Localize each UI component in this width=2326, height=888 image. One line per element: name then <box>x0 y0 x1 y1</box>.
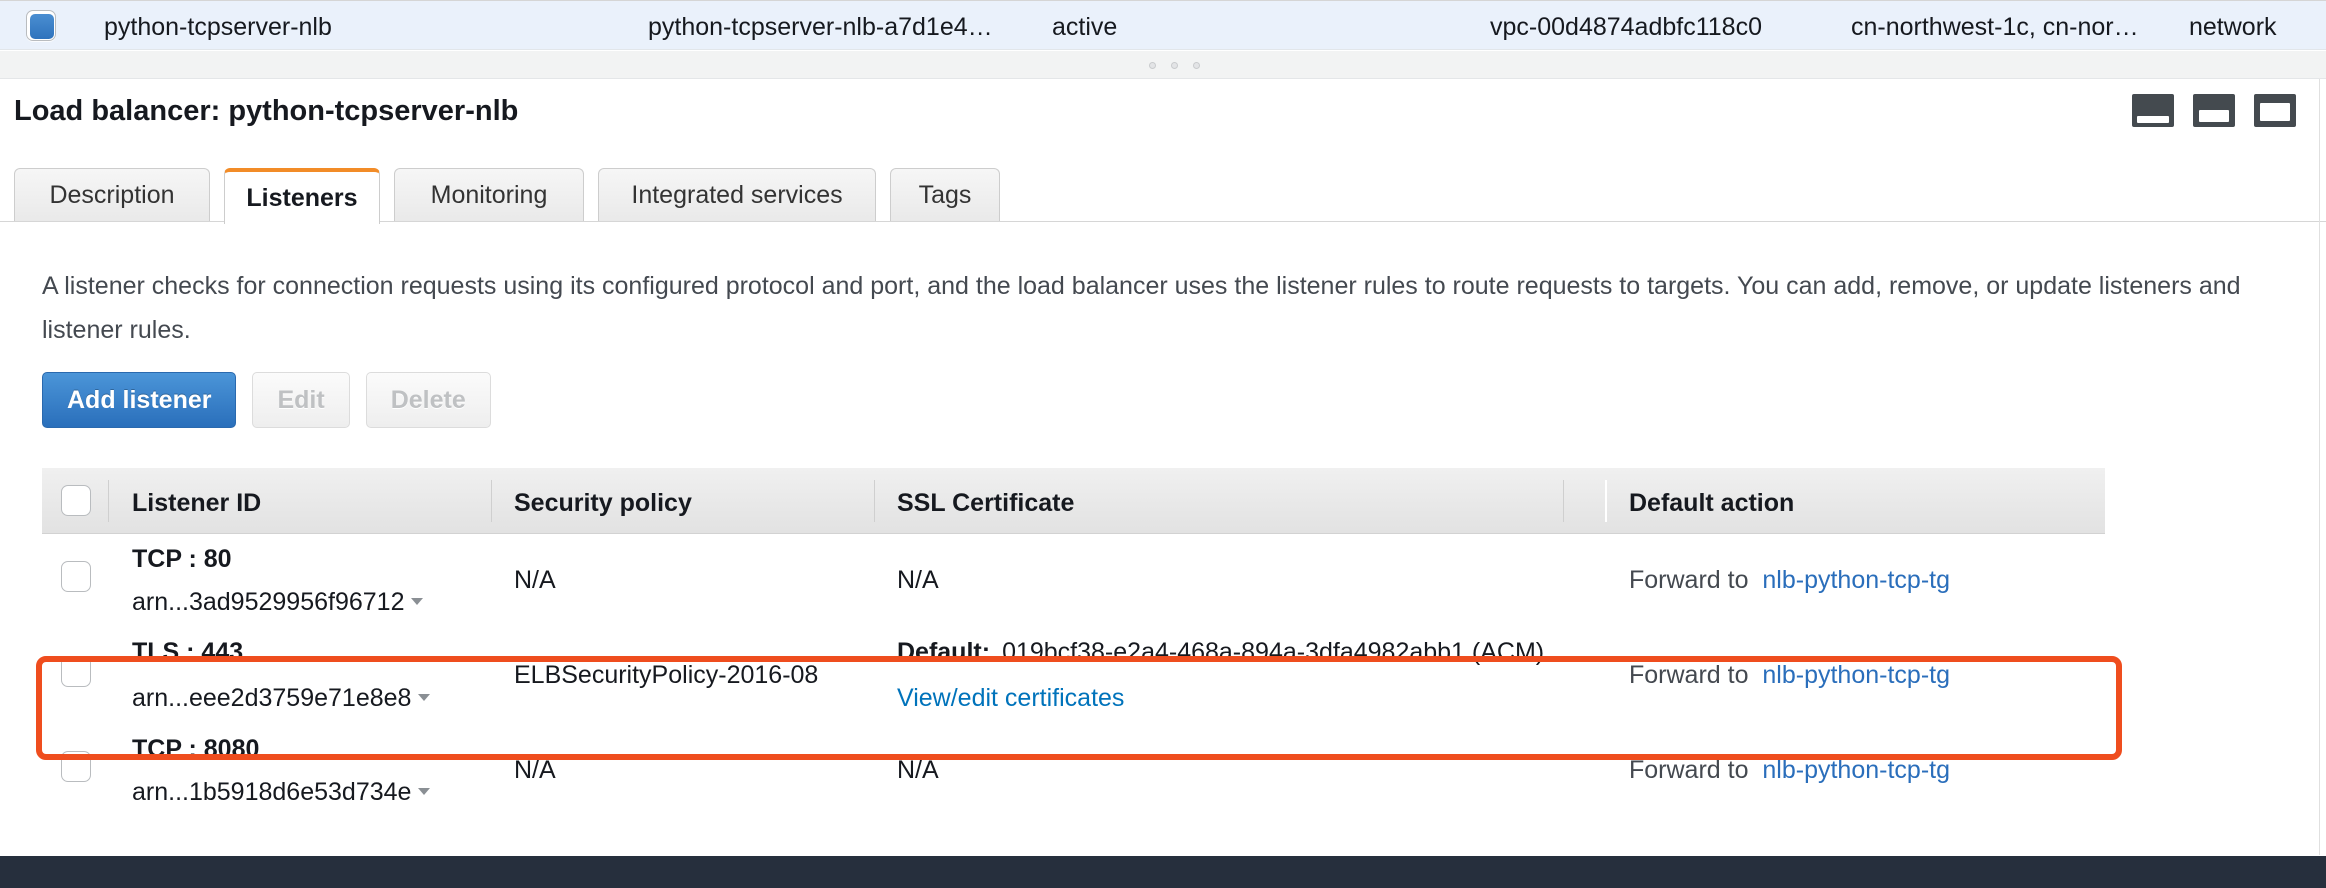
panel-size-small-icon[interactable] <box>2132 94 2174 127</box>
load-balancer-state: active <box>1052 13 1118 41</box>
listener-arn-text: arn...1b5918d6e53d734e <box>132 778 412 806</box>
default-action-cell: Forward to nlb-python-tcp-tg <box>1629 661 1950 690</box>
column-header-ssl-certificate[interactable]: SSL Certificate <box>897 489 1074 518</box>
listener-arn-text: arn...eee2d3759e71e8e8 <box>132 684 412 712</box>
table-header-row: Listener ID Security policy SSL Certific… <box>42 468 2105 534</box>
load-balancer-row-checkbox[interactable] <box>26 10 56 41</box>
listener-arn-dropdown[interactable]: arn...1b5918d6e53d734e <box>132 778 431 807</box>
default-action-prefix: Forward to <box>1629 756 1749 784</box>
target-group-link[interactable]: nlb-python-tcp-tg <box>1762 566 1950 594</box>
table-row[interactable]: TLS : 443 arn...eee2d3759e71e8e8 ELBSecu… <box>42 620 2105 724</box>
security-policy-value: N/A <box>514 756 556 784</box>
chevron-down-icon <box>418 693 431 701</box>
panel-size-medium-icon[interactable] <box>2193 94 2235 127</box>
load-balancer-availability-zones: cn-northwest-1c, cn-nor… <box>1851 13 2139 41</box>
ssl-certificate-default: Default: 019bcf38-e2a4-468a-894a-3dfa4982… <box>897 638 1544 667</box>
load-balancer-vpc: vpc-00d4874adbfc118c0 <box>1490 13 1762 41</box>
header-divider <box>874 480 875 522</box>
detail-panel-header: Load balancer: python-tcpserver-nlb <box>0 79 2326 151</box>
aws-ec2-load-balancer-page: python-tcpserver-nlb python-tcpserver-nl… <box>0 0 2326 888</box>
column-header-listener-id[interactable]: Listener ID <box>132 489 261 518</box>
row-checkbox[interactable] <box>61 656 91 687</box>
column-header-default-action[interactable]: Default action <box>1629 489 1794 518</box>
listener-protocol-port: TCP : 80 <box>132 545 232 573</box>
ssl-certificate-value: N/A <box>897 566 939 594</box>
target-group-link[interactable]: nlb-python-tcp-tg <box>1762 756 1950 784</box>
default-action-prefix: Forward to <box>1629 661 1749 689</box>
select-all-checkbox[interactable] <box>61 485 91 516</box>
security-policy-value: N/A <box>514 566 556 594</box>
panel-size-controls <box>2132 94 2296 127</box>
ssl-default-label: Default: <box>897 638 991 666</box>
listener-protocol-port: TLS : 443 <box>132 638 244 666</box>
header-divider <box>1563 480 1564 522</box>
table-row[interactable]: TCP : 8080 arn...1b5918d6e53d734e N/A N/… <box>42 724 2105 810</box>
header-divider <box>108 480 109 522</box>
tab-monitoring[interactable]: Monitoring <box>394 168 584 222</box>
row-checkbox[interactable] <box>61 751 91 782</box>
selected-load-balancer-row[interactable]: python-tcpserver-nlb python-tcpserver-nl… <box>0 0 2326 50</box>
ssl-default-value: 019bcf38-e2a4-468a-894a-3dfa4982abb1 (AC… <box>1002 638 1545 666</box>
table-row[interactable]: TCP : 80 arn...3ad9529956f96712 N/A N/A … <box>42 534 2105 620</box>
panel-size-large-icon[interactable] <box>2254 94 2296 127</box>
default-action-prefix: Forward to <box>1629 566 1749 594</box>
column-header-security-policy[interactable]: Security policy <box>514 489 692 518</box>
listeners-description: A listener checks for connection request… <box>42 272 2241 344</box>
detail-tabs: Description Listeners Monitoring Integra… <box>0 168 2326 224</box>
target-group-link[interactable]: nlb-python-tcp-tg <box>1762 661 1950 689</box>
active-tab-mask <box>225 220 379 223</box>
ssl-certificate-value: N/A <box>897 756 939 784</box>
page-title: Load balancer: python-tcpserver-nlb <box>14 95 519 127</box>
listener-actions-toolbar: Add listener Edit Delete <box>42 372 491 428</box>
tab-integrated-services[interactable]: Integrated services <box>598 168 876 222</box>
add-listener-button[interactable]: Add listener <box>42 372 237 428</box>
listener-arn-dropdown[interactable]: arn...eee2d3759e71e8e8 <box>132 684 431 713</box>
listener-protocol-port: TCP : 8080 <box>132 735 260 763</box>
view-edit-certificates-link[interactable]: View/edit certificates <box>897 684 1124 713</box>
chevron-down-icon <box>411 597 424 605</box>
delete-button[interactable]: Delete <box>365 372 491 428</box>
listener-arn-dropdown[interactable]: arn...3ad9529956f96712 <box>132 588 424 617</box>
security-policy-value: ELBSecurityPolicy-2016-08 <box>514 661 819 689</box>
panel-right-edge <box>2319 79 2320 855</box>
load-balancer-type: network <box>2189 13 2277 41</box>
splitter-grip-dot-icon <box>1149 62 1156 69</box>
edit-button[interactable]: Edit <box>252 372 350 428</box>
splitter-grip-dot-icon <box>1171 62 1178 69</box>
tab-description[interactable]: Description <box>14 168 210 222</box>
checkbox-checked-fill <box>30 14 54 39</box>
chevron-down-icon <box>418 787 431 795</box>
load-balancer-dns-name: python-tcpserver-nlb-a7d1e4… <box>648 13 993 41</box>
page-footer-bar <box>0 856 2326 888</box>
header-divider <box>1605 480 1607 522</box>
default-action-cell: Forward to nlb-python-tcp-tg <box>1629 756 1950 785</box>
row-checkbox[interactable] <box>61 561 91 592</box>
splitter-grip-dot-icon <box>1193 62 1200 69</box>
tab-listeners[interactable]: Listeners <box>224 168 380 224</box>
listeners-table: Listener ID Security policy SSL Certific… <box>42 468 2105 810</box>
tab-tags[interactable]: Tags <box>890 168 1000 222</box>
header-divider <box>491 480 492 522</box>
listener-arn-text: arn...3ad9529956f96712 <box>132 588 405 616</box>
panel-splitter[interactable] <box>0 51 2326 79</box>
default-action-cell: Forward to nlb-python-tcp-tg <box>1629 566 1950 595</box>
load-balancer-name: python-tcpserver-nlb <box>104 13 332 41</box>
